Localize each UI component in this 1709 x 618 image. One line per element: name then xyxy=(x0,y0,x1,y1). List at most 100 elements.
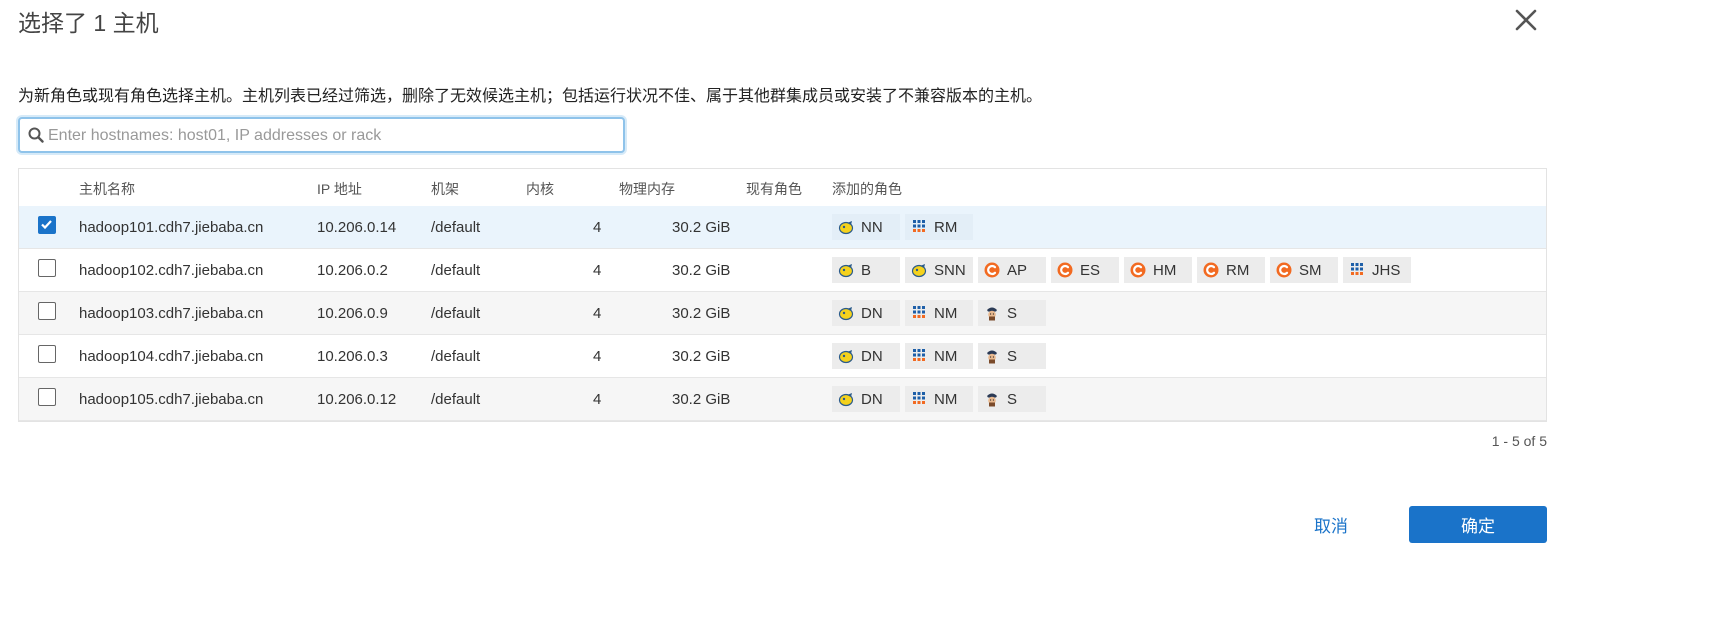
cell-hostname: hadoop105.cdh7.jiebaba.cn xyxy=(79,391,264,408)
cell-hostname: hadoop104.cdh7.jiebaba.cn xyxy=(79,348,264,365)
hosts-table: 主机名称 IP 地址 机架 内核 物理内存 现有角色 添加的角色 hadoop1… xyxy=(18,168,1547,422)
row-checkbox[interactable] xyxy=(38,302,56,320)
role-badge[interactable]: RM xyxy=(905,214,973,240)
added-roles: DN NM S xyxy=(832,382,1046,412)
row-checkbox[interactable] xyxy=(38,345,56,363)
role-label: B xyxy=(861,261,872,279)
table-row[interactable]: hadoop102.cdh7.jiebaba.cn 10.206.0.2/defa… xyxy=(19,249,1546,292)
yarn-icon xyxy=(911,219,927,235)
yarn-icon xyxy=(1349,262,1365,278)
role-badge[interactable]: AP xyxy=(978,257,1046,283)
dialog-title: 选择了 1 主机 xyxy=(18,10,159,36)
cell-memory: 30.2 GiB xyxy=(672,348,731,365)
role-badge[interactable]: DN xyxy=(832,386,900,412)
table-header: 主机名称 IP 地址 机架 内核 物理内存 现有角色 添加的角色 xyxy=(19,169,1546,207)
role-badge[interactable]: NM xyxy=(905,386,973,412)
role-badge[interactable]: NM xyxy=(905,343,973,369)
row-checkbox[interactable] xyxy=(38,216,56,234)
column-header-cores[interactable]: 内核 xyxy=(526,179,554,199)
hdfs-icon xyxy=(838,391,854,407)
dialog-description: 为新角色或现有角色选择主机。主机列表已经过筛选，删除了无效候选主机；包括运行状况… xyxy=(18,88,1043,105)
column-header-rack[interactable]: 机架 xyxy=(431,179,459,199)
column-header-hostname[interactable]: 主机名称 xyxy=(79,179,135,199)
added-roles: B SNN AP ES HM RM SM JHS xyxy=(832,253,1411,283)
cell-memory: 30.2 GiB xyxy=(672,219,731,236)
role-label: DN xyxy=(861,390,883,408)
role-badge[interactable]: HM xyxy=(1124,257,1192,283)
role-badge[interactable]: S xyxy=(978,386,1046,412)
zookeeper-icon xyxy=(984,391,1000,407)
pagination-info: 1 - 5 of 5 xyxy=(1491,433,1547,449)
role-label: ES xyxy=(1080,261,1101,279)
yarn-icon xyxy=(911,305,927,321)
role-badge[interactable]: B xyxy=(832,257,900,283)
cell-rack: /default xyxy=(431,391,481,408)
added-roles: DN NM S xyxy=(832,296,1046,326)
role-badge[interactable]: JHS xyxy=(1343,257,1411,283)
role-label: DN xyxy=(861,304,883,322)
added-roles: NN RM xyxy=(832,210,973,240)
cell-cores: 4 xyxy=(593,262,602,279)
close-button[interactable] xyxy=(1512,6,1540,34)
role-badge[interactable]: ES xyxy=(1051,257,1119,283)
table-row[interactable]: hadoop104.cdh7.jiebaba.cn 10.206.0.3/defa… xyxy=(19,335,1546,378)
zookeeper-icon xyxy=(984,305,1000,321)
cloudera-mgmt-icon xyxy=(984,262,1000,278)
yarn-icon xyxy=(911,391,927,407)
cell-ip: 10.206.0.12 xyxy=(317,391,397,408)
hdfs-icon xyxy=(838,262,854,278)
role-badge[interactable]: SNN xyxy=(905,257,973,283)
column-header-added-roles: 添加的角色 xyxy=(832,181,902,197)
cell-cores: 4 xyxy=(593,219,602,236)
role-label: S xyxy=(1007,347,1018,365)
role-label: JHS xyxy=(1372,261,1401,279)
cell-cores: 4 xyxy=(593,305,602,322)
role-badge[interactable]: DN xyxy=(832,343,900,369)
column-header-memory[interactable]: 物理内存 xyxy=(619,179,675,199)
cloudera-mgmt-icon xyxy=(1057,262,1073,278)
role-label: NM xyxy=(934,390,958,408)
ok-button[interactable]: 确定 xyxy=(1409,506,1547,543)
role-badge[interactable]: SM xyxy=(1270,257,1338,283)
table-row[interactable]: hadoop105.cdh7.jiebaba.cn 10.206.0.12/def… xyxy=(19,378,1546,421)
search-input[interactable] xyxy=(46,119,620,153)
cell-rack: /default xyxy=(431,305,481,322)
cancel-button[interactable]: 取消 xyxy=(1296,506,1366,542)
cloudera-mgmt-icon xyxy=(1276,262,1292,278)
cloudera-mgmt-icon xyxy=(1203,262,1219,278)
hdfs-icon xyxy=(838,219,854,235)
role-label: HM xyxy=(1153,261,1177,279)
role-badge[interactable]: NM xyxy=(905,300,973,326)
cell-hostname: hadoop101.cdh7.jiebaba.cn xyxy=(79,219,264,236)
role-label: NN xyxy=(861,218,883,236)
hdfs-icon xyxy=(838,348,854,364)
column-header-ip[interactable]: IP 地址 xyxy=(317,179,362,199)
role-badge[interactable]: S xyxy=(978,300,1046,326)
checkmark-icon xyxy=(41,220,52,230)
cell-hostname: hadoop102.cdh7.jiebaba.cn xyxy=(79,262,264,279)
cell-ip: 10.206.0.14 xyxy=(317,219,397,236)
cell-rack: /default xyxy=(431,348,481,365)
yarn-icon xyxy=(911,348,927,364)
role-badge[interactable]: NN xyxy=(832,214,900,240)
role-label: NM xyxy=(934,347,958,365)
cell-cores: 4 xyxy=(593,391,602,408)
role-label: S xyxy=(1007,304,1018,322)
role-badge[interactable]: S xyxy=(978,343,1046,369)
cell-memory: 30.2 GiB xyxy=(672,262,731,279)
close-icon xyxy=(1515,9,1537,31)
search-icon xyxy=(28,127,44,143)
role-badge[interactable]: RM xyxy=(1197,257,1265,283)
row-checkbox[interactable] xyxy=(38,388,56,406)
search-box xyxy=(18,117,625,153)
hdfs-icon xyxy=(838,305,854,321)
role-label: DN xyxy=(861,347,883,365)
role-badge[interactable]: DN xyxy=(832,300,900,326)
table-row[interactable]: hadoop101.cdh7.jiebaba.cn 10.206.0.14/def… xyxy=(19,206,1546,249)
table-row[interactable]: hadoop103.cdh7.jiebaba.cn 10.206.0.9/defa… xyxy=(19,292,1546,335)
cell-rack: /default xyxy=(431,219,481,236)
role-label: AP xyxy=(1007,261,1028,279)
row-checkbox[interactable] xyxy=(38,259,56,277)
cloudera-mgmt-icon xyxy=(1130,262,1146,278)
role-label: RM xyxy=(934,218,958,236)
